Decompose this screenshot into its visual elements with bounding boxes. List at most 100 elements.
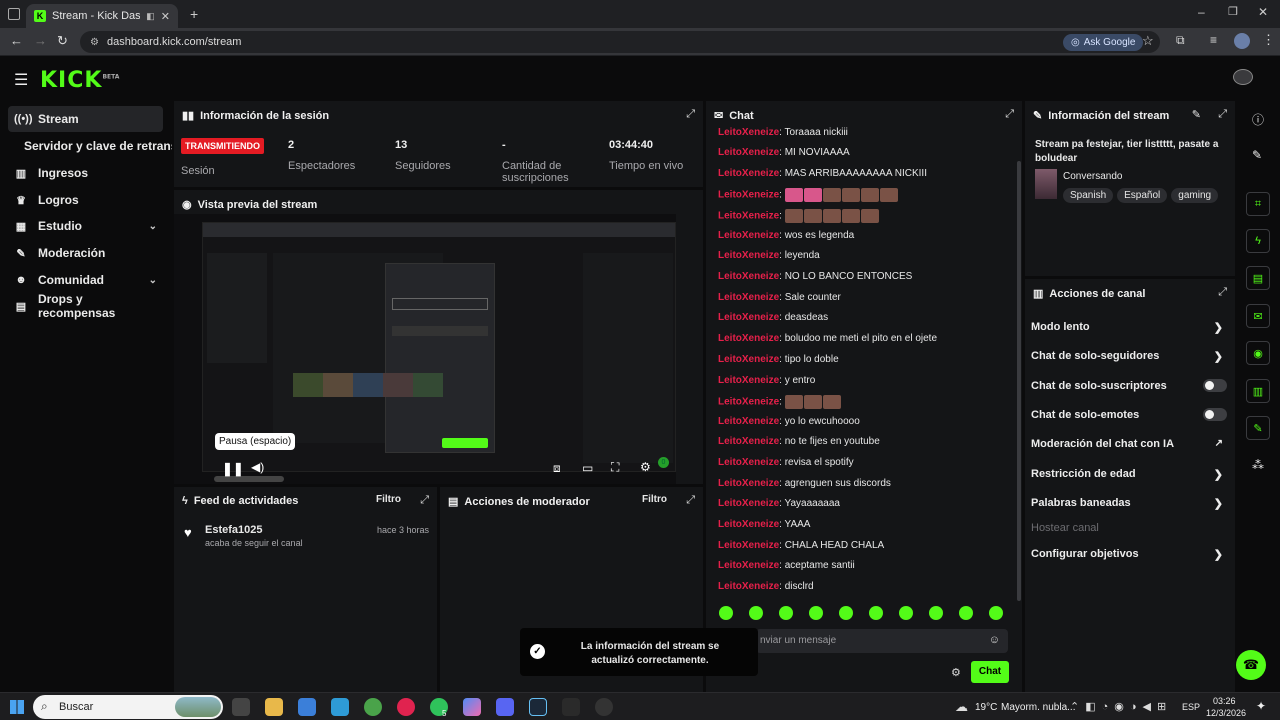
copilot-icon[interactable] <box>463 698 481 716</box>
chat-message[interactable]: LeitoXeneize: <box>718 209 880 223</box>
action-followers-only[interactable]: Chat de solo-seguidores ❯ <box>1031 350 1227 363</box>
chat-message[interactable]: LeitoXeneize: yo lo ewcuhoooo <box>718 416 860 427</box>
tab-search-icon[interactable] <box>8 8 20 20</box>
fullscreen-icon[interactable]: ⛶ <box>611 460 619 475</box>
steam-icon[interactable] <box>529 698 547 716</box>
expand-icon[interactable]: ⤢ <box>1218 108 1227 121</box>
user-avatar[interactable] <box>1233 69 1253 85</box>
sidebar-item-logros[interactable]: ♛ Logros <box>8 187 163 213</box>
sidebar-item-drops[interactable]: ▤ Drops y recompensas <box>8 292 163 320</box>
file-explorer-icon[interactable] <box>265 698 283 716</box>
notification-icon[interactable]: ✦ <box>1256 699 1266 713</box>
chat-username[interactable]: LeitoXeneize <box>718 436 779 447</box>
chat-username[interactable]: LeitoXeneize <box>718 292 779 303</box>
edge-icon[interactable] <box>331 698 349 716</box>
chat-username[interactable]: LeitoXeneize <box>718 560 779 571</box>
emote-icon[interactable] <box>989 606 1003 620</box>
chrome-icon[interactable] <box>364 698 382 716</box>
chat-username[interactable]: LeitoXeneize <box>718 127 779 138</box>
apps-icon[interactable]: ⁂ <box>1252 458 1264 472</box>
expand-icon[interactable]: ⤢ <box>1218 286 1227 299</box>
hamburger-menu-icon[interactable]: ☰ <box>14 70 28 90</box>
reading-list-icon[interactable]: ≡ <box>1210 33 1217 47</box>
expand-icon[interactable]: ⤢ <box>686 108 695 121</box>
new-tab-button[interactable]: + <box>190 6 198 22</box>
expand-icon[interactable]: ⤢ <box>686 494 695 507</box>
chat-message[interactable]: LeitoXeneize: CHALA HEAD CHALA <box>718 540 884 551</box>
feed-filter-button[interactable]: Filtro <box>376 494 401 505</box>
browser-tab[interactable]: K Stream - Kick Dashboard ◧ ✕ <box>26 4 178 28</box>
tab-close-icon[interactable]: ✕ <box>161 10 170 23</box>
emote-icon[interactable] <box>719 606 733 620</box>
chat-message[interactable]: LeitoXeneize: MAS ARRIBAAAAAAAA NICKIII <box>718 168 927 179</box>
epic-games-icon[interactable] <box>562 698 580 716</box>
windows-start-icon[interactable] <box>10 700 24 714</box>
chat-message[interactable]: LeitoXeneize: Sale counter <box>718 292 841 303</box>
wrench-rail-icon[interactable]: ✎ <box>1246 416 1270 440</box>
chat-username[interactable]: LeitoXeneize <box>718 333 779 344</box>
extensions-icon[interactable]: ⧉ <box>1176 33 1185 48</box>
expand-icon[interactable]: ⤢ <box>1005 108 1014 121</box>
clock-time[interactable]: 03:26 <box>1213 696 1236 706</box>
chat-message[interactable]: LeitoXeneize: no te fijes en youtube <box>718 436 880 447</box>
chat-username[interactable]: LeitoXeneize <box>718 354 779 365</box>
feed-item-user[interactable]: Estefa1025 <box>205 524 263 536</box>
action-goals[interactable]: Configurar objetivos ❯ <box>1031 548 1227 561</box>
chat-username[interactable]: LeitoXeneize <box>718 478 779 489</box>
profile-avatar[interactable] <box>1234 33 1250 49</box>
chat-message[interactable]: LeitoXeneize: deasdeas <box>718 312 828 323</box>
tab-audio-icon[interactable]: ◧ <box>146 11 155 22</box>
chat-message[interactable]: LeitoXeneize: disclrd <box>718 581 814 592</box>
edit-rail-icon[interactable]: ✎ <box>1252 148 1262 162</box>
browser-menu-icon[interactable]: ⋮ <box>1262 32 1275 48</box>
emoji-picker-icon[interactable]: ☺ <box>989 634 1000 646</box>
chat-username[interactable]: LeitoXeneize <box>718 230 779 241</box>
emote-icon[interactable] <box>959 606 973 620</box>
ask-google-button[interactable]: ◎ Ask Google <box>1063 34 1144 51</box>
chat-username[interactable]: LeitoXeneize <box>718 168 779 179</box>
sidebar-item-comunidad[interactable]: ☻ Comunidad ⌄ <box>8 267 163 293</box>
emote-icon[interactable] <box>929 606 943 620</box>
miniplayer-icon[interactable]: ⧈ <box>553 461 561 476</box>
chat-username[interactable]: LeitoXeneize <box>718 416 779 427</box>
action-banned-words[interactable]: Palabras baneadas ❯ <box>1031 497 1227 510</box>
chat-username[interactable]: LeitoXeneize <box>718 190 779 201</box>
chat-message[interactable]: LeitoXeneize: Yayaaaaaaa <box>718 498 840 509</box>
video-settings-icon[interactable]: ⚙ <box>640 460 651 474</box>
action-age-restriction[interactable]: Restricción de edad ❯ <box>1031 468 1227 481</box>
document-rail-icon[interactable]: ▤ <box>1246 266 1270 290</box>
sidebar-item-moderacion[interactable]: ✎ Moderación <box>8 240 163 266</box>
sidebar-item-estudio[interactable]: ▦ Estudio ⌄ <box>8 213 163 239</box>
chat-message[interactable]: LeitoXeneize: leyenda <box>718 250 820 261</box>
info-icon[interactable]: ⓘ <box>1252 111 1264 128</box>
edit-icon[interactable]: ✎ <box>1192 108 1201 121</box>
store-icon[interactable] <box>298 698 316 716</box>
action-ai-moderation[interactable]: Moderación del chat con IA ↗ <box>1031 438 1227 450</box>
kick-logo[interactable]: KICKBETA <box>40 68 119 93</box>
forward-icon[interactable]: → <box>34 33 47 48</box>
media-player-icon[interactable] <box>397 698 415 716</box>
chat-settings-icon[interactable]: ⚙ <box>951 666 961 679</box>
pause-button[interactable]: ❚❚ <box>222 461 244 477</box>
chat-message[interactable]: LeitoXeneize: MI NOVIAAAA <box>718 147 850 158</box>
chat-username[interactable]: LeitoXeneize <box>718 271 779 282</box>
emote-icon[interactable] <box>899 606 913 620</box>
taskbar-search[interactable]: ⌕ Buscar <box>33 695 223 719</box>
subscribers-only-toggle[interactable] <box>1203 379 1227 392</box>
chat-username[interactable]: LeitoXeneize <box>718 457 779 468</box>
chat-message[interactable]: LeitoXeneize: Toraaaa nickiii <box>718 127 848 138</box>
emote-icon[interactable] <box>869 606 883 620</box>
discord-icon[interactable] <box>496 698 514 716</box>
back-icon[interactable]: ← <box>10 33 23 48</box>
bolt-rail-icon[interactable]: ϟ <box>1246 229 1270 253</box>
chat-message[interactable]: LeitoXeneize: agrenguen sus discords <box>718 478 891 489</box>
theater-mode-icon[interactable]: ▭ <box>582 461 593 475</box>
site-info-icon[interactable]: ⚙ <box>90 37 99 48</box>
chat-username[interactable]: LeitoXeneize <box>718 375 779 386</box>
chat-message[interactable]: LeitoXeneize: y entro <box>718 375 815 386</box>
chat-message[interactable]: LeitoXeneize: NO LO BANCO ENTONCES <box>718 271 912 282</box>
sidebar-item-server-key[interactable]: Servidor y clave de retransm <box>18 133 172 159</box>
chat-username[interactable]: LeitoXeneize <box>718 581 779 592</box>
tag[interactable]: Spanish <box>1063 188 1114 203</box>
chat-rail-icon[interactable]: ✉ <box>1246 304 1270 328</box>
